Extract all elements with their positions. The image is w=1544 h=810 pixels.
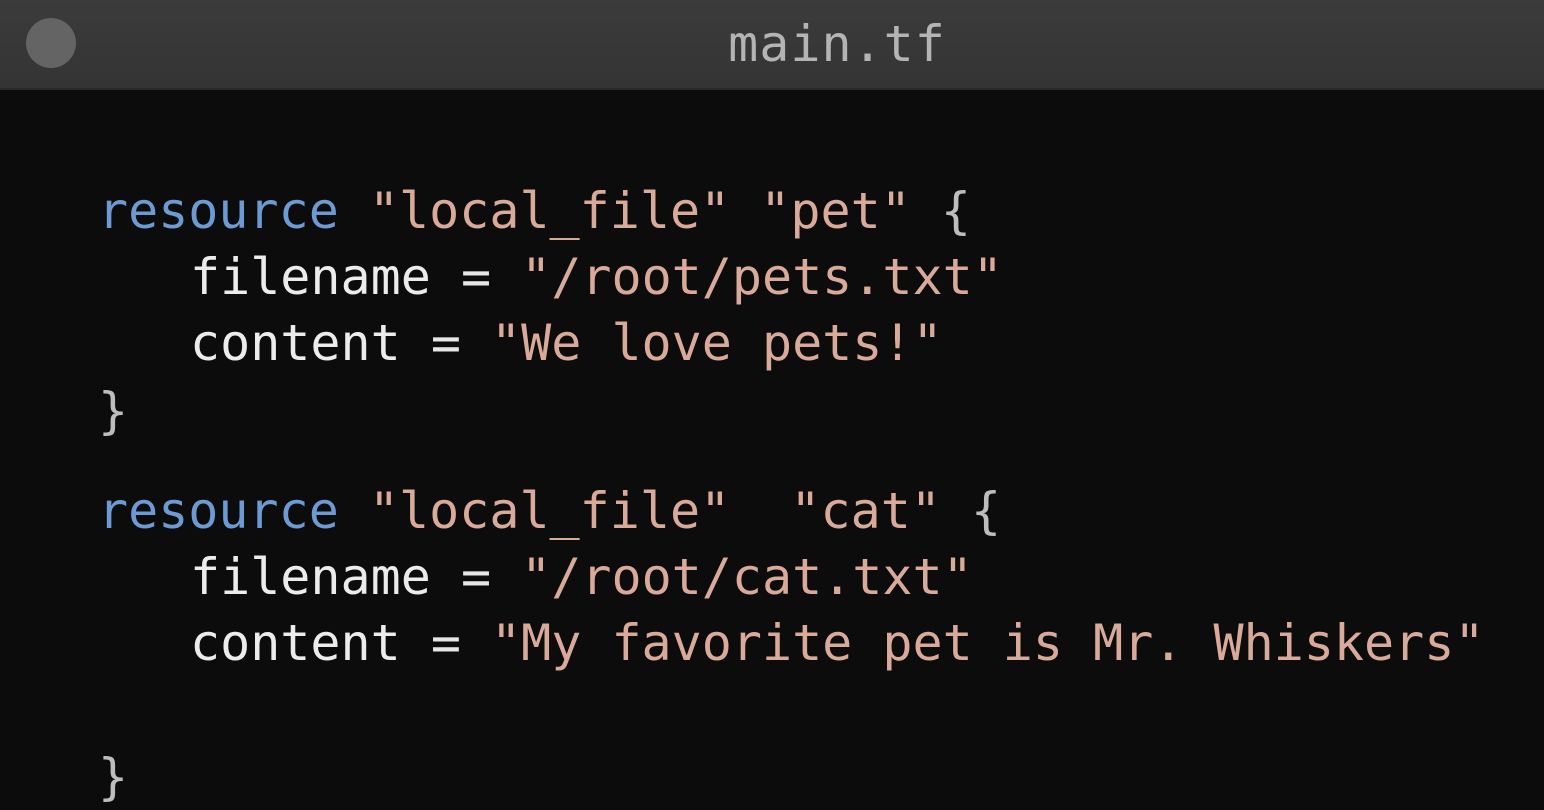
resource-name-string: "cat"	[790, 482, 941, 540]
code-editor[interactable]: resource "local_file" "pet" { filename =…	[0, 90, 1544, 810]
attribute-key: content	[190, 614, 401, 672]
resource-keyword: resource	[98, 482, 339, 540]
open-brace: {	[971, 482, 1002, 540]
code-line: }	[98, 744, 128, 810]
title-bar: main.tf	[0, 0, 1544, 90]
resource-type-string: "local_file"	[368, 182, 731, 240]
code-line: filename = "/root/cat.txt"	[98, 544, 973, 610]
close-brace: }	[98, 382, 129, 440]
code-line: }	[98, 378, 128, 444]
editor-window: main.tf resource "local_file" "pet" { fi…	[0, 0, 1544, 810]
attribute-value-string: "/root/cat.txt"	[521, 548, 973, 606]
window-close-button[interactable]	[26, 18, 76, 68]
code-line: resource "local_file" "cat" {	[98, 478, 1001, 544]
resource-keyword: resource	[98, 182, 339, 240]
window-title: main.tf	[728, 15, 946, 73]
resource-type-string: "local_file"	[368, 482, 731, 540]
code-line: content = "We love pets!"	[98, 310, 943, 376]
code-line: filename = "/root/pets.txt"	[98, 244, 1003, 310]
code-line: content = "My favorite pet is Mr. Whiske…	[98, 610, 1484, 676]
code-line: resource "local_file" "pet" {	[98, 178, 971, 244]
attribute-key: content	[190, 314, 401, 372]
assign-operator: =	[460, 248, 492, 306]
attribute-value-string: "We love pets!"	[491, 314, 943, 372]
attribute-key: filename	[190, 548, 431, 606]
assign-operator: =	[460, 548, 492, 606]
attribute-key: filename	[190, 248, 431, 306]
open-brace: {	[940, 182, 972, 240]
assign-operator: =	[430, 314, 461, 372]
attribute-value-string: "My favorite pet is Mr. Whiskers"	[491, 614, 1485, 672]
attribute-value-string: "/root/pets.txt"	[521, 248, 1003, 306]
resource-name-string: "pet"	[760, 182, 911, 240]
assign-operator: =	[430, 614, 461, 672]
close-brace: }	[98, 748, 129, 806]
